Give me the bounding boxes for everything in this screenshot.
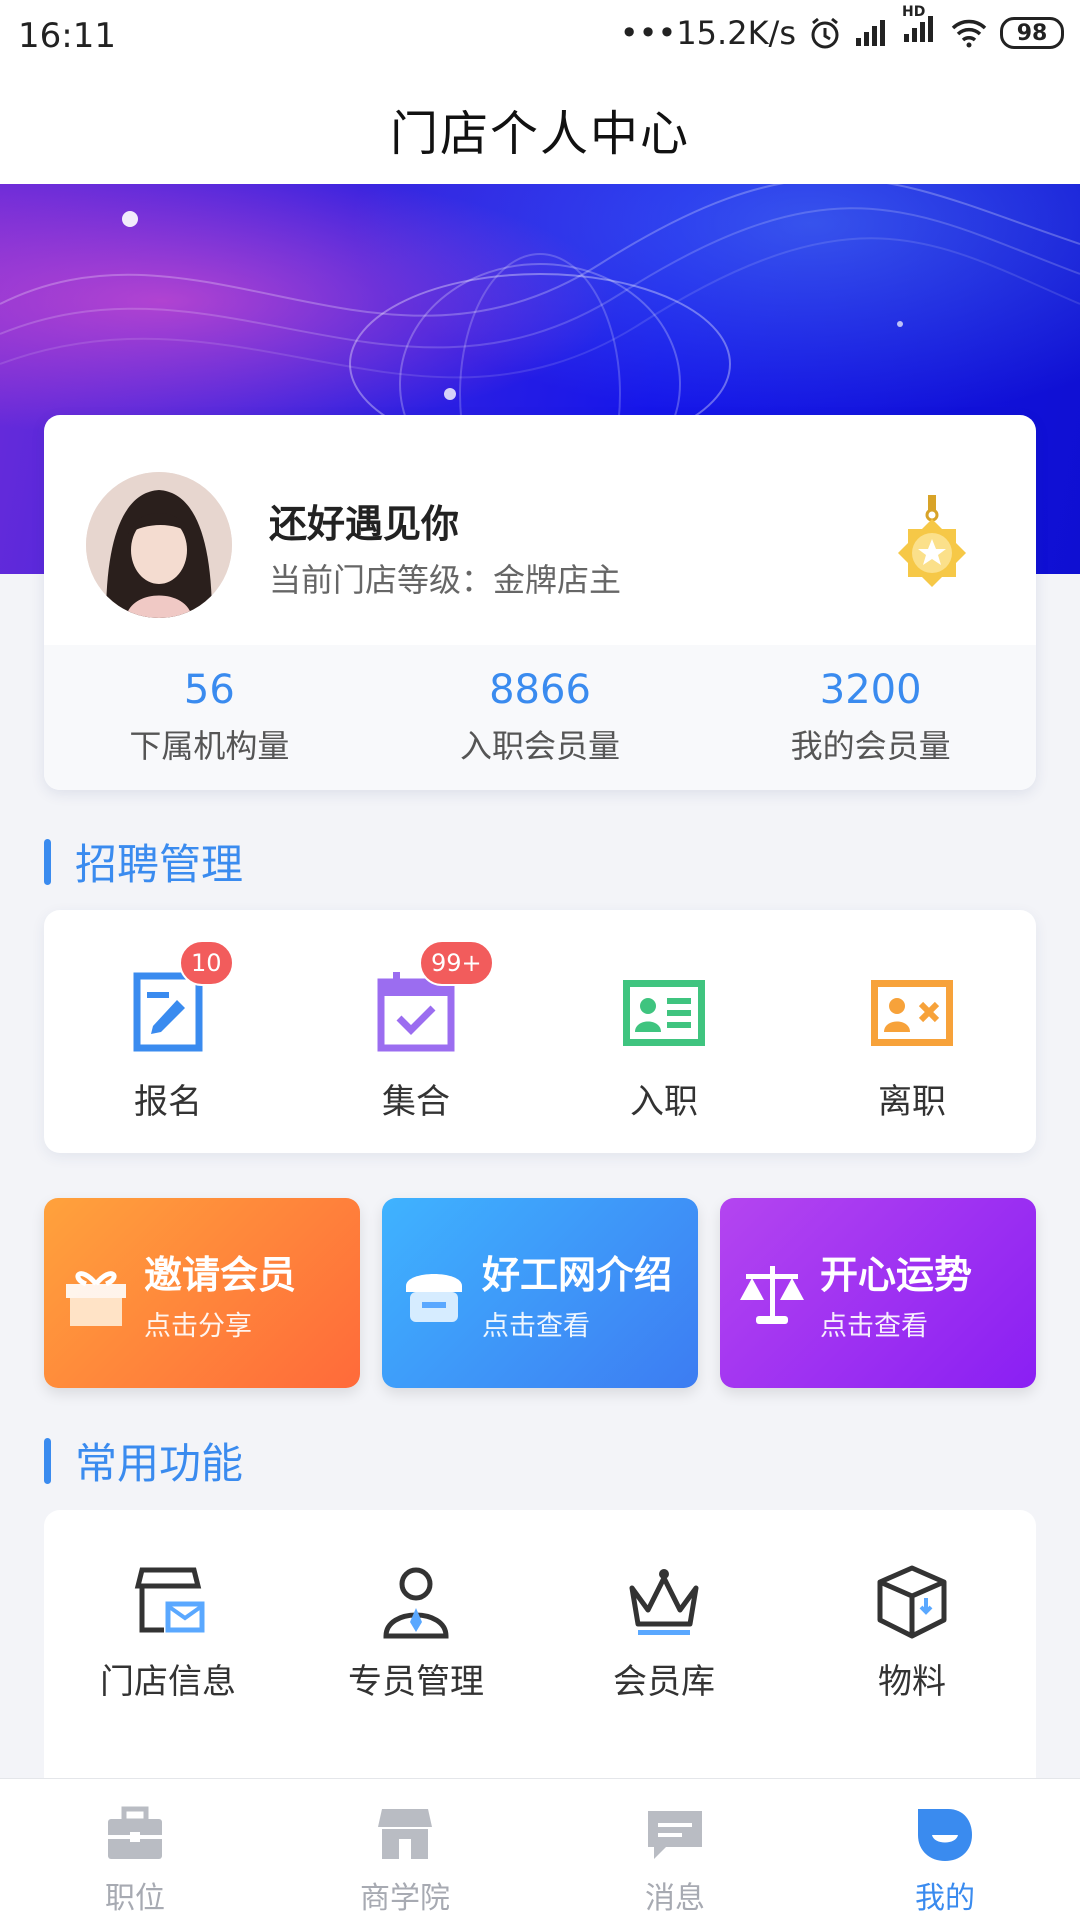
- common-label: 物料: [878, 1662, 946, 1702]
- promo-subtitle: 点击查看: [820, 1311, 928, 1342]
- common-item-member-library[interactable]: 会员库: [540, 1510, 788, 1703]
- stat-sub-organizations[interactable]: 56 下属机构量: [44, 645, 375, 790]
- wifi-icon: [951, 19, 987, 48]
- common-label: 门店信息: [100, 1662, 236, 1702]
- stat-label: 我的会员量: [790, 727, 951, 765]
- recruit-item-assemble[interactable]: 99+ 集合: [292, 910, 540, 1153]
- recruit-item-onboard[interactable]: 入职: [540, 910, 788, 1153]
- section-title: 常用功能: [75, 1439, 244, 1488]
- gift-icon: [66, 1271, 126, 1326]
- signup-form-icon: 10: [123, 940, 234, 1052]
- stat-label: 下属机构量: [129, 727, 290, 765]
- message-icon: [648, 1811, 702, 1859]
- store-icon: [378, 1809, 432, 1859]
- recruit-label: 报名: [134, 1082, 202, 1122]
- promo-company-intro[interactable]: 好工网介绍 点击查看: [382, 1198, 698, 1388]
- recruit-section-header: 招聘管理: [44, 831, 243, 892]
- promo-title: 好工网介绍: [482, 1253, 673, 1297]
- promo-invite-members[interactable]: 邀请会员 点击分享: [44, 1198, 360, 1388]
- status-indicators: •••15.2K/s HD 98: [619, 4, 1064, 52]
- recruit-card: 10 报名 99+ 集合 入职 离职: [44, 910, 1036, 1153]
- signal-icon: [856, 20, 885, 46]
- battery-indicator: 98: [1000, 17, 1064, 49]
- tab-label: 我的: [915, 1881, 975, 1916]
- id-card-remove-icon: [867, 970, 957, 1052]
- stat-my-members[interactable]: 3200 我的会员量: [705, 645, 1036, 790]
- stat-onboarded-members[interactable]: 8866 入职会员量: [375, 645, 706, 790]
- common-item-materials[interactable]: 物料: [788, 1510, 1036, 1703]
- section-title: 招聘管理: [75, 840, 244, 889]
- bottom-tab-bar: 职位 商学院 消息 我的: [0, 1778, 1080, 1920]
- stats-row: 56 下属机构量 8866 入职会员量 3200 我的会员量: [44, 645, 1036, 790]
- promo-happy-fortune[interactable]: 开心运势 点击查看: [720, 1198, 1036, 1388]
- gold-medal-icon: [898, 495, 966, 587]
- promo-subtitle: 点击分享: [144, 1311, 252, 1342]
- common-label: 专员管理: [348, 1662, 484, 1702]
- tab-business-school[interactable]: 商学院: [270, 1779, 540, 1920]
- tab-label: 职位: [105, 1881, 165, 1916]
- avatar[interactable]: [86, 472, 232, 618]
- status-bar: 16:11 •••15.2K/s HD 98: [0, 0, 1080, 74]
- page-title: 门店个人中心: [389, 106, 690, 162]
- tab-jobs[interactable]: 职位: [0, 1779, 270, 1920]
- stat-value: 3200: [819, 667, 922, 713]
- recruit-label: 入职: [630, 1082, 698, 1122]
- promo-title: 邀请会员: [144, 1253, 297, 1297]
- calendar-check-icon: 99+: [371, 940, 494, 1052]
- briefcase-icon: [108, 1806, 162, 1859]
- status-time: 16:11: [18, 16, 116, 56]
- user-name: 还好遇见你: [269, 502, 460, 546]
- hd-signal: HD: [902, 4, 938, 52]
- section-accent-bar: [44, 838, 51, 885]
- scale-icon: [740, 1266, 804, 1324]
- recruit-item-resign[interactable]: 离职: [788, 910, 1036, 1153]
- id-card-icon: [619, 970, 709, 1052]
- store-level: 当前门店等级：金牌店主: [269, 561, 622, 599]
- common-item-staff-management[interactable]: 专员管理: [292, 1510, 540, 1703]
- promo-subtitle: 点击查看: [482, 1311, 590, 1342]
- stat-value: 56: [183, 667, 235, 713]
- network-speed: •••15.2K/s: [619, 14, 796, 52]
- signup-badge: 10: [179, 940, 234, 986]
- person-tie-icon: [383, 1567, 449, 1639]
- title-bar: 门店个人中心: [0, 74, 1080, 184]
- section-accent-bar: [44, 1437, 51, 1484]
- recruit-label: 离职: [878, 1082, 946, 1122]
- hd-label: HD: [902, 4, 926, 20]
- promo-title: 开心运势: [820, 1253, 973, 1297]
- store-icon: [406, 1274, 462, 1322]
- stat-label: 入职会员量: [460, 727, 621, 765]
- assemble-badge: 99+: [419, 940, 494, 986]
- profile-icon: [918, 1809, 972, 1861]
- common-item-store-info[interactable]: 门店信息: [44, 1510, 292, 1703]
- recruit-item-signup[interactable]: 10 报名: [44, 910, 292, 1153]
- stat-value: 8866: [489, 667, 591, 713]
- tab-mine[interactable]: 我的: [810, 1779, 1080, 1920]
- crown-icon: [629, 1569, 699, 1635]
- common-section-header: 常用功能: [44, 1430, 243, 1491]
- profile-card[interactable]: 还好遇见你 当前门店等级：金牌店主 56 下属机构量 8866 入职会员量 32…: [44, 415, 1036, 790]
- box-icon: [877, 1565, 947, 1639]
- store-mail-icon: [134, 1567, 205, 1633]
- recruit-label: 集合: [382, 1082, 450, 1122]
- tab-label: 商学院: [360, 1881, 450, 1916]
- common-label: 会员库: [613, 1662, 715, 1702]
- alarm-icon: [811, 17, 839, 49]
- tab-label: 消息: [645, 1881, 705, 1916]
- common-functions-card: 门店信息 专员管理 会员库 物料: [44, 1510, 1036, 1810]
- tab-messages[interactable]: 消息: [540, 1779, 810, 1920]
